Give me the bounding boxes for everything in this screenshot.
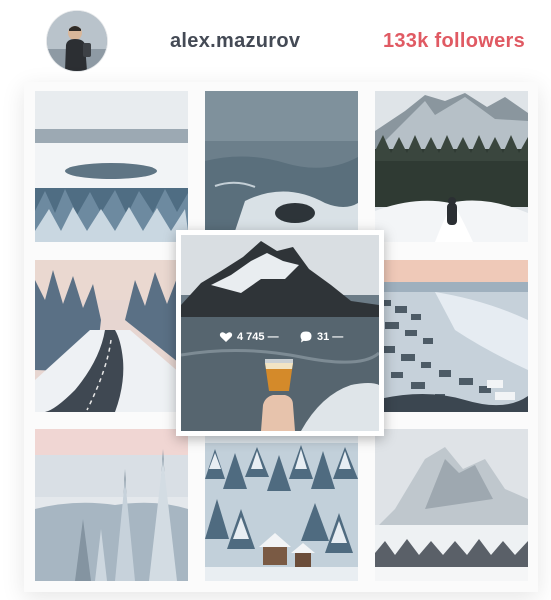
- heart-icon: [219, 332, 233, 342]
- tile-ocean-waves-rocks[interactable]: [205, 91, 358, 231]
- comments-count: 31 —: [317, 331, 344, 343]
- likes-count: 4 745 —: [237, 331, 279, 343]
- tile-frosted-forest-pines[interactable]: [35, 429, 188, 581]
- tile-snowy-mountain-hiker[interactable]: [375, 91, 528, 242]
- username[interactable]: alex.mazurov: [170, 30, 300, 53]
- popup-stats: 4 745 — 31 —: [181, 330, 379, 350]
- tile-misty-mountain-village[interactable]: [375, 429, 528, 581]
- profile-header: alex.mazurov 133k followers: [0, 0, 551, 86]
- comments-stat[interactable]: 31 —: [299, 330, 343, 344]
- avatar-photo-icon: [47, 11, 107, 71]
- avatar[interactable]: [47, 11, 107, 71]
- tile-winter-road-trees[interactable]: [35, 260, 188, 412]
- tile-frozen-lake-island[interactable]: [35, 91, 188, 242]
- photo-hover-card[interactable]: 4 745 — 31 —: [176, 230, 384, 436]
- likes-stat[interactable]: 4 745 —: [219, 330, 279, 344]
- tile-snowy-town-aerial[interactable]: [375, 260, 528, 412]
- comment-icon: [300, 331, 312, 343]
- popup-photo[interactable]: 4 745 — 31 —: [181, 235, 379, 431]
- followers-count[interactable]: 133k followers: [383, 30, 525, 53]
- tile-snowy-village-forest[interactable]: [205, 429, 358, 581]
